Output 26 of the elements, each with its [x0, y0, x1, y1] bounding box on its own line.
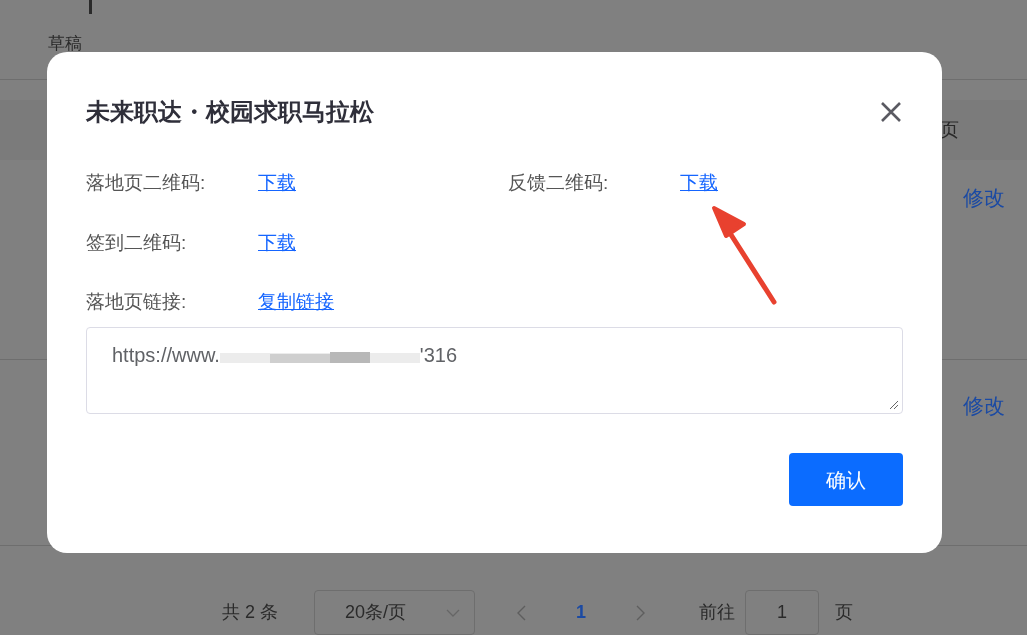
chevron-down-icon	[446, 608, 460, 617]
url-text: https://www.	[112, 343, 220, 368]
status-tab[interactable]: 草稿	[48, 34, 980, 54]
column-header: 页	[940, 117, 959, 142]
field-label: 签到二维码:	[86, 231, 188, 255]
dialog-title: 未来职达・校园求职马拉松	[86, 97, 374, 127]
prev-page-icon[interactable]	[517, 604, 526, 621]
goto-label: 前往	[699, 601, 735, 624]
text-cursor	[89, 0, 92, 14]
close-icon[interactable]	[880, 101, 902, 123]
url-field[interactable]: https://www. '316	[86, 327, 903, 414]
goto-suffix: 页	[835, 601, 853, 624]
url-text: '316	[419, 343, 457, 368]
total-count: 共 2 条	[222, 601, 279, 624]
field-label: 落地页二维码:	[86, 171, 207, 195]
field-label: 落地页链接:	[86, 290, 188, 314]
download-link[interactable]: 下载	[258, 172, 296, 193]
download-link[interactable]: 下载	[680, 172, 718, 193]
next-page-icon[interactable]	[636, 604, 645, 621]
confirm-button[interactable]: 确认	[789, 453, 903, 506]
resize-handle-icon	[889, 400, 899, 410]
page-size-select[interactable]: 20条/页	[314, 590, 475, 635]
download-link[interactable]: 下载	[258, 232, 296, 253]
copy-link[interactable]: 复制链接	[258, 288, 334, 316]
field-label: 反馈二维码:	[508, 171, 610, 195]
goto-page-field[interactable]: 1	[745, 590, 819, 635]
